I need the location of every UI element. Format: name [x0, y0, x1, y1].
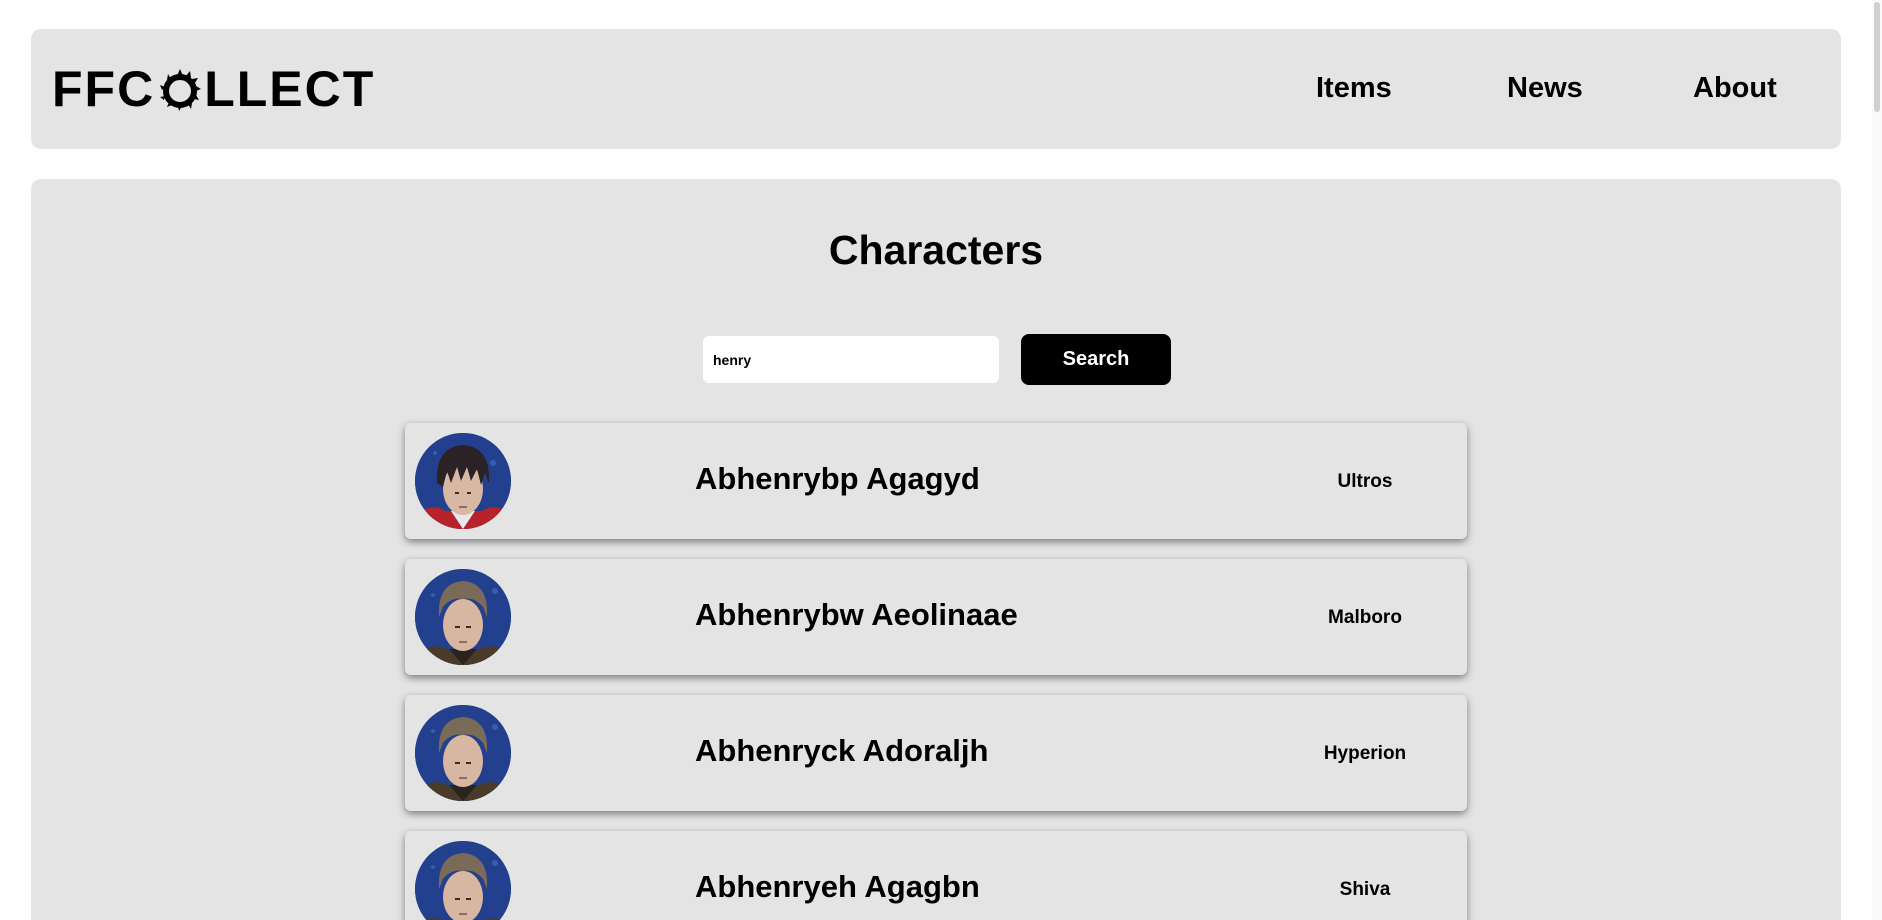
search-button[interactable]: Search	[1021, 334, 1171, 385]
character-card[interactable]: Abhenryck Adoraljh Hyperion	[405, 695, 1467, 811]
character-name: Abhenryeh Agagbn	[695, 869, 980, 904]
character-card[interactable]: Abhenryeh Agagbn Shiva	[405, 831, 1467, 920]
avatar	[415, 569, 511, 665]
header-bar: FFC LLECT Items News About	[31, 29, 1841, 149]
character-name: Abhenrybw Aeolinaae	[695, 597, 1018, 632]
character-server: Hyperion	[1323, 743, 1407, 764]
page: FFC LLECT Items News About Characters he…	[0, 0, 1882, 920]
scrollbar-thumb[interactable]	[1874, 2, 1880, 112]
page-title: Characters	[828, 227, 1044, 273]
avatar	[415, 841, 511, 920]
character-card[interactable]: Abhenrybp Agagyd Ultros	[405, 423, 1467, 539]
character-card[interactable]: Abhenrybw Aeolinaae Malboro	[405, 559, 1467, 675]
nav-link-items[interactable]: Items	[1316, 72, 1392, 105]
nav-link-about[interactable]: About	[1693, 72, 1777, 105]
meteor-ring-icon	[157, 66, 203, 112]
character-server: Malboro	[1328, 607, 1402, 628]
nav-link-news[interactable]: News	[1507, 72, 1583, 105]
light-hair-portrait	[415, 569, 511, 665]
character-name: Abhenrybp Agagyd	[695, 461, 980, 496]
site-logo[interactable]: FFC LLECT	[52, 59, 375, 119]
dark-hair-portrait	[415, 433, 511, 529]
light-hair-portrait	[415, 841, 511, 920]
logo-text-suffix: LLECT	[204, 61, 376, 117]
logo-text-prefix: FFC	[52, 61, 156, 117]
character-name: Abhenryck Adoraljh	[695, 733, 989, 768]
main-panel: Characters Search Abhenrybp Agagyd U	[31, 179, 1841, 920]
character-server: Shiva	[1339, 879, 1391, 900]
search-input[interactable]	[703, 336, 999, 383]
avatar	[415, 705, 511, 801]
light-hair-portrait	[415, 705, 511, 801]
page-scrollbar[interactable]	[1872, 0, 1882, 920]
character-server: Ultros	[1337, 471, 1393, 492]
avatar	[415, 433, 511, 529]
